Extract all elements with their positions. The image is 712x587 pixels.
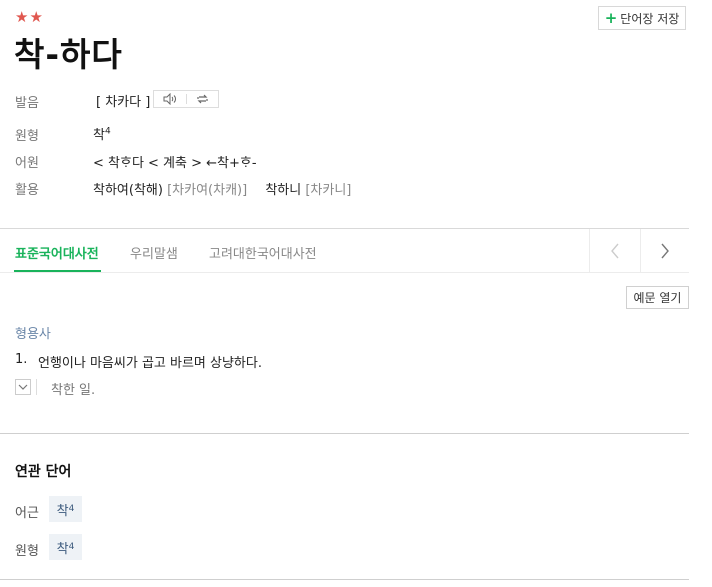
conjugation-form: 착하니 [265, 183, 302, 198]
etymology-value: < 착ᄒᆞ다 < 계축 > ←착+ᄒᆞ- [93, 156, 257, 171]
related-label-base-form: 원형 [15, 544, 39, 559]
example-divider [36, 379, 37, 395]
conjugation-pronunciation: [차카니] [305, 183, 352, 198]
tab-urimalsaem[interactable]: 우리말샘 [130, 243, 178, 262]
pronunciation-value: [ 차카다 ] [96, 95, 151, 110]
section-divider [0, 433, 689, 434]
repeat-icon[interactable] [187, 93, 219, 105]
tab-korea-univ-dictionary[interactable]: 고려대한국어대사전 [209, 243, 317, 262]
related-word-chip[interactable]: 착4 [49, 534, 82, 560]
conjugation-label: 활용 [15, 183, 39, 198]
chevron-right-icon[interactable] [641, 229, 691, 272]
dictionary-tab-bar: 표준국어대사전 우리말샘 고려대한국어대사전 [0, 228, 689, 273]
part-of-speech: 형용사 [15, 327, 51, 342]
speaker-icon[interactable] [154, 93, 186, 105]
open-examples-button[interactable]: 예문 열기 [626, 286, 689, 309]
active-tab-indicator [14, 270, 101, 272]
chevron-down-icon [18, 384, 28, 390]
pronunciation-controls [153, 90, 219, 108]
etymology-label: 어원 [15, 156, 39, 171]
conjugation-pronunciation: [차카여(차캐)] [167, 183, 248, 198]
conjugation-value: 착하여(착해) [차카여(차캐)] 착하니 [차카니] [93, 179, 351, 198]
tab-scroll-controls [589, 229, 690, 272]
definition-number: 1. [15, 352, 28, 367]
chevron-left-icon[interactable] [590, 229, 641, 272]
section-divider [0, 579, 689, 580]
example-sentence: 착한 일. [51, 383, 96, 398]
example-toggle[interactable] [15, 379, 31, 395]
plus-icon: + [604, 8, 618, 27]
origin-value[interactable]: 착4 [93, 124, 111, 143]
headword: 착-하다 [14, 35, 123, 74]
save-button-label: 단어장 저장 [620, 11, 680, 26]
pronunciation-label: 발음 [15, 96, 39, 111]
origin-label: 원형 [15, 129, 39, 144]
related-words-title: 연관 단어 [15, 464, 72, 480]
save-to-wordbook-button[interactable]: + 단어장 저장 [598, 6, 686, 30]
related-label-root: 어근 [15, 506, 39, 521]
related-word-chip[interactable]: 착4 [49, 496, 82, 522]
tab-standard-dictionary[interactable]: 표준국어대사전 [15, 243, 99, 262]
importance-stars: ★★ [15, 8, 44, 26]
conjugation-form: 착하여(착해) [93, 183, 163, 198]
definition-text: 언행이나 마음씨가 곱고 바르며 상냥하다. [38, 356, 262, 371]
